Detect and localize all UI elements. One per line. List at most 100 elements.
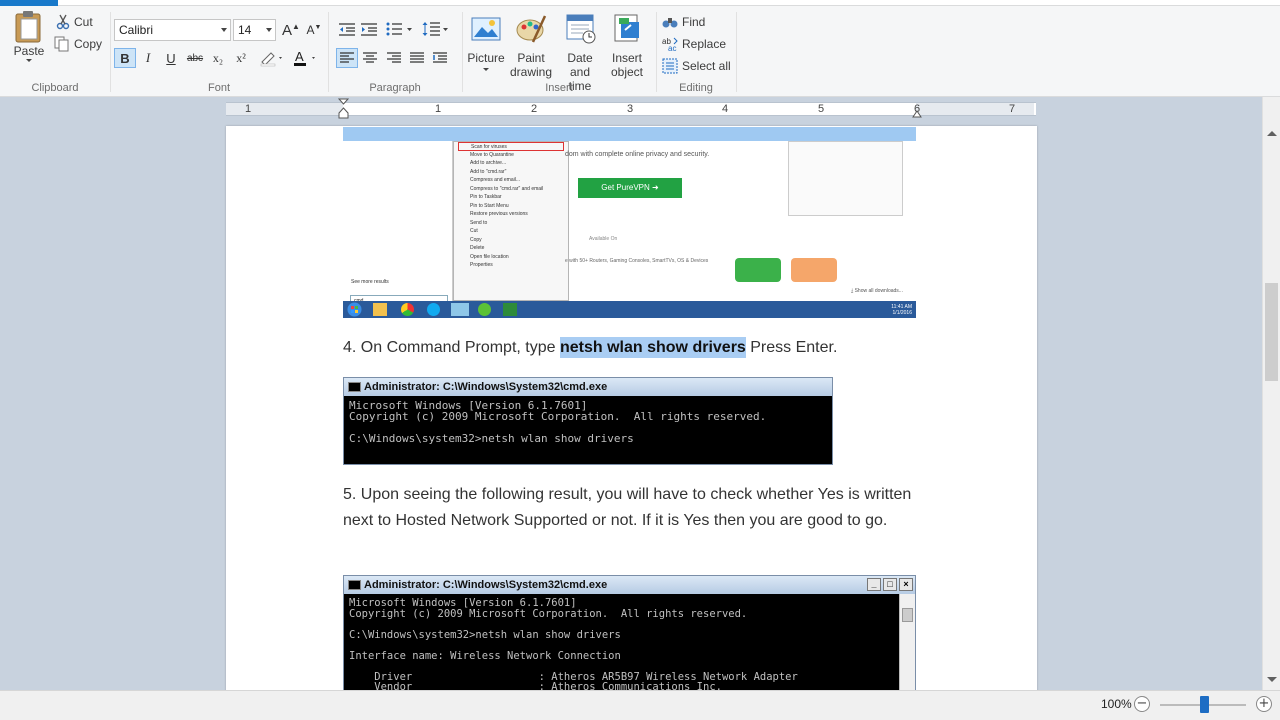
context-menu-item: Compress and email... bbox=[470, 177, 521, 183]
align-center-button[interactable] bbox=[359, 48, 381, 68]
paint-drawing-button[interactable]: Paint drawing bbox=[507, 8, 555, 79]
clipboard-icon bbox=[15, 11, 41, 43]
cmd-icon bbox=[348, 580, 361, 590]
image-header-band bbox=[343, 127, 916, 141]
insert-object-button[interactable]: Insert object bbox=[603, 8, 651, 79]
align-right-button[interactable] bbox=[383, 48, 405, 68]
select-all-button[interactable]: Select all bbox=[662, 56, 731, 76]
excel-icon bbox=[503, 303, 517, 316]
selected-command-text[interactable]: netsh wlan show drivers bbox=[559, 337, 746, 358]
decrease-indent-icon[interactable] bbox=[338, 21, 356, 37]
subscript-button[interactable]: x₂ bbox=[207, 48, 229, 68]
line-spacing-icon[interactable] bbox=[422, 20, 450, 38]
skype-icon bbox=[427, 303, 440, 316]
see-more-results: See more results bbox=[351, 279, 389, 285]
italic-button[interactable]: I bbox=[137, 48, 159, 68]
zoom-out-button[interactable]: − bbox=[1134, 696, 1150, 712]
copy-label: Copy bbox=[74, 37, 103, 51]
cmd-screenshot-1[interactable]: Administrator: C:\Windows\System32\cmd.e… bbox=[343, 377, 833, 465]
font-color-button[interactable]: A bbox=[290, 48, 320, 68]
scroll-up-arrow-icon[interactable] bbox=[1267, 131, 1277, 136]
windows-start-icon bbox=[347, 302, 362, 317]
purevpn-privacy-text: dom with complete online privacy and sec… bbox=[565, 151, 710, 158]
binoculars-icon bbox=[662, 18, 678, 28]
font-size-select[interactable]: 14 bbox=[233, 19, 276, 41]
notebook-image bbox=[788, 141, 903, 216]
grow-font-button[interactable]: A▲ bbox=[280, 20, 302, 40]
clipboard-group-label: Clipboard bbox=[31, 82, 79, 94]
context-menu-item: Send to bbox=[470, 219, 488, 226]
context-menu-item: Pin to Taskbar bbox=[470, 194, 502, 200]
context-menu-item: Restore previous versions bbox=[470, 211, 528, 217]
cmd-screenshot-2[interactable]: Administrator: C:\Windows\System32\cmd.e… bbox=[343, 575, 916, 690]
increase-indent-icon[interactable] bbox=[360, 21, 378, 37]
bullets-icon[interactable] bbox=[386, 21, 414, 37]
clipboard-group: Paste Cut Copy Clipboard bbox=[0, 6, 110, 96]
document-canvas[interactable]: See more results cmd Scan for viruses Mo… bbox=[0, 123, 1262, 690]
paragraph-group: Paragraph bbox=[328, 6, 462, 96]
underline-button[interactable]: U bbox=[160, 48, 182, 68]
strikethrough-button[interactable]: abc bbox=[184, 48, 206, 68]
context-menu-item: Add to "cmd.rar" bbox=[470, 168, 507, 175]
superscript-button[interactable]: x² bbox=[230, 48, 252, 68]
shrink-font-button[interactable]: A▼ bbox=[303, 20, 325, 40]
left-indent-marker-icon[interactable] bbox=[338, 98, 349, 120]
paint-drawing-label-2: drawing bbox=[509, 65, 553, 79]
date-time-button[interactable]: Date and time bbox=[556, 8, 604, 93]
zoom-slider-knob[interactable] bbox=[1200, 696, 1209, 713]
ruler[interactable]: 1 1 2 3 4 5 6 7 bbox=[0, 97, 1262, 123]
close-icon: × bbox=[899, 578, 913, 591]
paragraph-group-label: Paragraph bbox=[369, 82, 421, 94]
select-all-icon bbox=[662, 58, 678, 74]
cmd-title: Administrator: C:\Windows\System32\cmd.e… bbox=[364, 381, 608, 393]
font-group: Calibri 14 A▲ A▼ B I U abc x₂ x² A Font bbox=[110, 6, 328, 96]
windows-taskbar: 11:41 AM 1/1/2016 bbox=[343, 301, 916, 318]
status-bar: 100% − + bbox=[0, 690, 1280, 720]
cmd-icon bbox=[348, 382, 361, 392]
zoom-in-button[interactable]: + bbox=[1256, 696, 1272, 712]
find-button[interactable]: Find bbox=[662, 12, 705, 32]
step-5-paragraph[interactable]: 5. Upon seeing the following result, you… bbox=[343, 482, 913, 534]
cut-button[interactable]: Cut bbox=[56, 12, 93, 32]
highlighter-icon bbox=[260, 52, 282, 67]
paint-drawing-label-1: Paint bbox=[517, 51, 545, 65]
app-icon bbox=[478, 303, 491, 316]
document-page[interactable]: See more results cmd Scan for viruses Mo… bbox=[226, 126, 1037, 690]
vertical-scrollbar[interactable] bbox=[1262, 97, 1280, 690]
copy-button[interactable]: Copy bbox=[54, 34, 102, 54]
scroll-down-arrow-icon[interactable] bbox=[1267, 677, 1277, 682]
font-family-select[interactable]: Calibri bbox=[114, 19, 231, 41]
ruler-bar[interactable]: 1 1 2 3 4 5 6 7 bbox=[226, 98, 1036, 119]
context-menu-item: Compress to "cmd.rar" and email bbox=[470, 185, 544, 192]
scissors-icon bbox=[56, 14, 70, 30]
shrink-font-icon: A▼ bbox=[306, 23, 322, 37]
align-left-button[interactable] bbox=[336, 48, 358, 68]
font-color-icon: A bbox=[294, 49, 315, 66]
paragraph-settings-button[interactable] bbox=[430, 48, 452, 68]
paste-button[interactable]: Paste bbox=[6, 10, 52, 63]
step-4-suffix: Press Enter. bbox=[745, 339, 838, 356]
step-4-paragraph[interactable]: 4. On Command Prompt, type netsh wlan sh… bbox=[343, 335, 837, 361]
align-left-icon bbox=[340, 52, 354, 63]
picture-button[interactable]: Picture bbox=[462, 8, 510, 74]
cmd-scroll-thumb bbox=[902, 608, 913, 622]
embedded-screenshot-start-menu[interactable]: See more results cmd Scan for viruses Mo… bbox=[343, 127, 916, 318]
bold-button[interactable]: B bbox=[114, 48, 136, 68]
highlight-color-button[interactable] bbox=[257, 48, 287, 68]
replace-button[interactable]: ab ac Replace bbox=[662, 34, 726, 54]
cmd-title: Administrator: C:\Windows\System32\cmd.e… bbox=[364, 579, 608, 591]
folder-icon bbox=[373, 303, 387, 316]
paste-dropdown-arrow[interactable] bbox=[26, 59, 32, 62]
insert-object-label-2: object bbox=[610, 65, 644, 79]
context-menu: Scan for viruses Move to Quarantine Add … bbox=[453, 141, 569, 301]
ruler-number: 1 bbox=[244, 103, 252, 115]
font-group-label: Font bbox=[207, 82, 230, 94]
chevron-down-icon bbox=[483, 68, 489, 71]
right-indent-marker-icon[interactable] bbox=[912, 108, 922, 118]
maximize-icon: □ bbox=[883, 578, 897, 591]
scroll-thumb[interactable] bbox=[1265, 283, 1278, 381]
start-menu-pane: See more results cmd bbox=[343, 141, 453, 306]
justify-button[interactable] bbox=[406, 48, 428, 68]
paint-palette-icon bbox=[516, 15, 547, 43]
insert-group: Picture Paint drawing Date and time Inse… bbox=[462, 6, 656, 96]
